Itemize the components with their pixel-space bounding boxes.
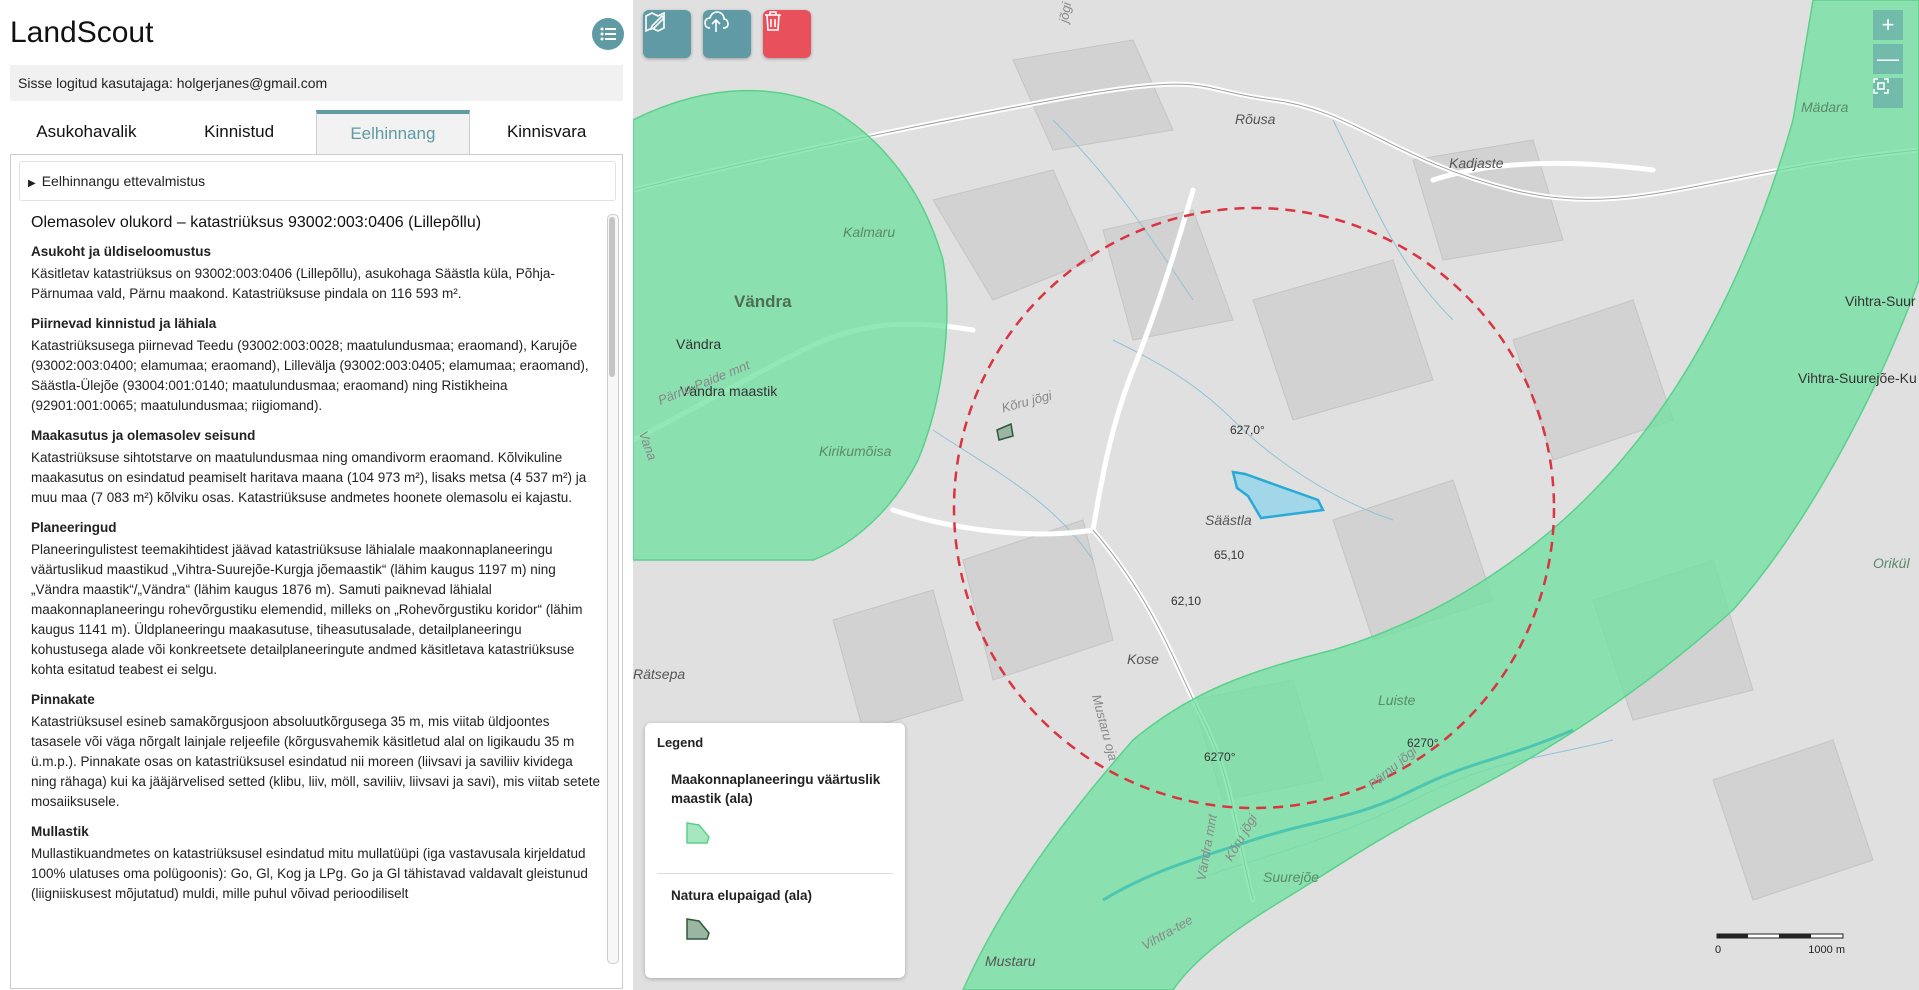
place-label: Vihtra-Suur: [1845, 293, 1916, 309]
place-label: 65,10: [1214, 548, 1245, 562]
place-label: Orikül: [1873, 555, 1910, 571]
section-text: Käsitletav katastriüksus on 93002:003:04…: [31, 266, 555, 301]
place-label: Suurejõe: [1263, 869, 1320, 885]
place-label: Mädara: [1801, 99, 1849, 115]
scrollbar-thumb[interactable]: [609, 217, 615, 377]
legend-title: Legend: [657, 735, 704, 750]
assessment-panel: ▶ Eelhinnangu ettevalmistus Olemasolev ol…: [10, 154, 623, 989]
report-title: Olemasolev olukord – katastriüksus 93002…: [31, 214, 482, 231]
scale-end: 1000 m: [1808, 944, 1845, 956]
section-heading: Maakasutus ja olemasolev seisund: [31, 428, 256, 443]
tab-asukohavalik[interactable]: Asukohavalik: [10, 110, 163, 154]
app-title: LandScout: [10, 16, 154, 49]
tab-eelhinnang[interactable]: Eelhinnang: [315, 110, 471, 154]
tab-kinnisvara[interactable]: Kinnisvara: [470, 110, 623, 154]
place-label: Kadjaste: [1449, 155, 1504, 171]
draw-polygon-button[interactable]: [643, 10, 691, 58]
login-status: Sisse logitud kasutajaga: holgerjanes@gm…: [10, 65, 623, 101]
report-scrollbar[interactable]: [607, 214, 619, 964]
place-label: 62,10: [1171, 594, 1202, 608]
legend-swatch-landscape: [686, 822, 710, 844]
login-text: Sisse logitud kasutajaga: holgerjanes@gm…: [18, 75, 328, 91]
cloud-upload-icon: [704, 11, 729, 32]
scale-bar: 0 1000 m: [1715, 930, 1845, 960]
place-label: Säästla: [1205, 512, 1252, 528]
natura-habitat-area: [996, 422, 1014, 441]
fullscreen-icon: [1873, 78, 1889, 94]
place-label: Kose: [1127, 651, 1159, 667]
legend-item-label: Maakonnaplaneeringu väärtuslik maastik (…: [671, 772, 881, 806]
place-label: Vändra: [734, 292, 792, 311]
tab-bar: Asukohavalik Kinnistud Eelhinnang Kinnis…: [10, 110, 623, 155]
map-view[interactable]: Rõusa Kadjaste Kalmaru Vändra Vändra Vän…: [633, 0, 1919, 990]
section-text: Katastriüksusega piirnevad Teedu (93002:…: [31, 338, 589, 413]
trash-icon: [765, 11, 781, 31]
section-heading: Piirnevad kinnistud ja lähiala: [31, 316, 217, 331]
legend-divider: [657, 873, 893, 874]
section-heading: Pinnakate: [31, 692, 95, 707]
place-label: Rätsepa: [633, 666, 686, 682]
place-label: Rõusa: [1235, 111, 1276, 127]
list-icon: [600, 27, 616, 41]
delete-button[interactable]: [763, 10, 811, 58]
zoom-out-button[interactable]: —: [1873, 44, 1903, 74]
place-label: Luiste: [1378, 692, 1416, 708]
upload-button[interactable]: [703, 10, 751, 58]
map-pencil-icon: [645, 11, 666, 33]
section-heading: Mullastik: [31, 824, 89, 839]
place-label: 627,0°: [1230, 423, 1265, 437]
left-panel: LandScout Sisse logitud kasutajaga: holg…: [0, 0, 633, 990]
place-label: 6270°: [1204, 750, 1236, 764]
section-text: Mullastikuandmetes on katastriüksusel es…: [31, 846, 588, 901]
layers-menu-button[interactable]: [592, 18, 624, 50]
details-summary: Eelhinnangu ettevalmistus: [41, 173, 206, 189]
place-label: Kirikumõisa: [819, 443, 892, 459]
report-content[interactable]: Olemasolev olukord – katastriüksus 93002…: [31, 214, 601, 980]
section-text: Katastriüksusel esineb samakõrgusjoon ab…: [31, 714, 600, 809]
fit-extent-button[interactable]: [1873, 78, 1903, 108]
zoom-in-button[interactable]: +: [1873, 10, 1903, 40]
legend-swatch-natura: [686, 918, 710, 940]
map-legend: Legend Maakonnaplaneeringu väärtuslik ma…: [645, 723, 905, 978]
place-label: Vändra: [676, 336, 722, 352]
section-heading: Asukoht ja üldiseloomustus: [31, 244, 212, 259]
section-text: Planeeringulistest teemakihtidest jäävad…: [31, 542, 583, 677]
place-label: Vihtra-Suurejõe-Ku: [1798, 370, 1917, 386]
section-heading: Planeeringud: [31, 520, 117, 535]
section-text: Katastriüksuse sihtotstarve on maatulund…: [31, 450, 587, 505]
place-label: Mustaru: [985, 953, 1036, 969]
triangle-right-icon: ▶: [28, 178, 36, 189]
legend-item-label: Natura elupaigad (ala): [671, 888, 813, 903]
tab-kinnistud[interactable]: Kinnistud: [163, 110, 316, 154]
scale-start: 0: [1715, 944, 1722, 956]
scale-line: [1716, 933, 1844, 939]
preparation-details-toggle[interactable]: ▶ Eelhinnangu ettevalmistus: [19, 161, 616, 201]
place-label: Kalmaru: [843, 224, 896, 240]
